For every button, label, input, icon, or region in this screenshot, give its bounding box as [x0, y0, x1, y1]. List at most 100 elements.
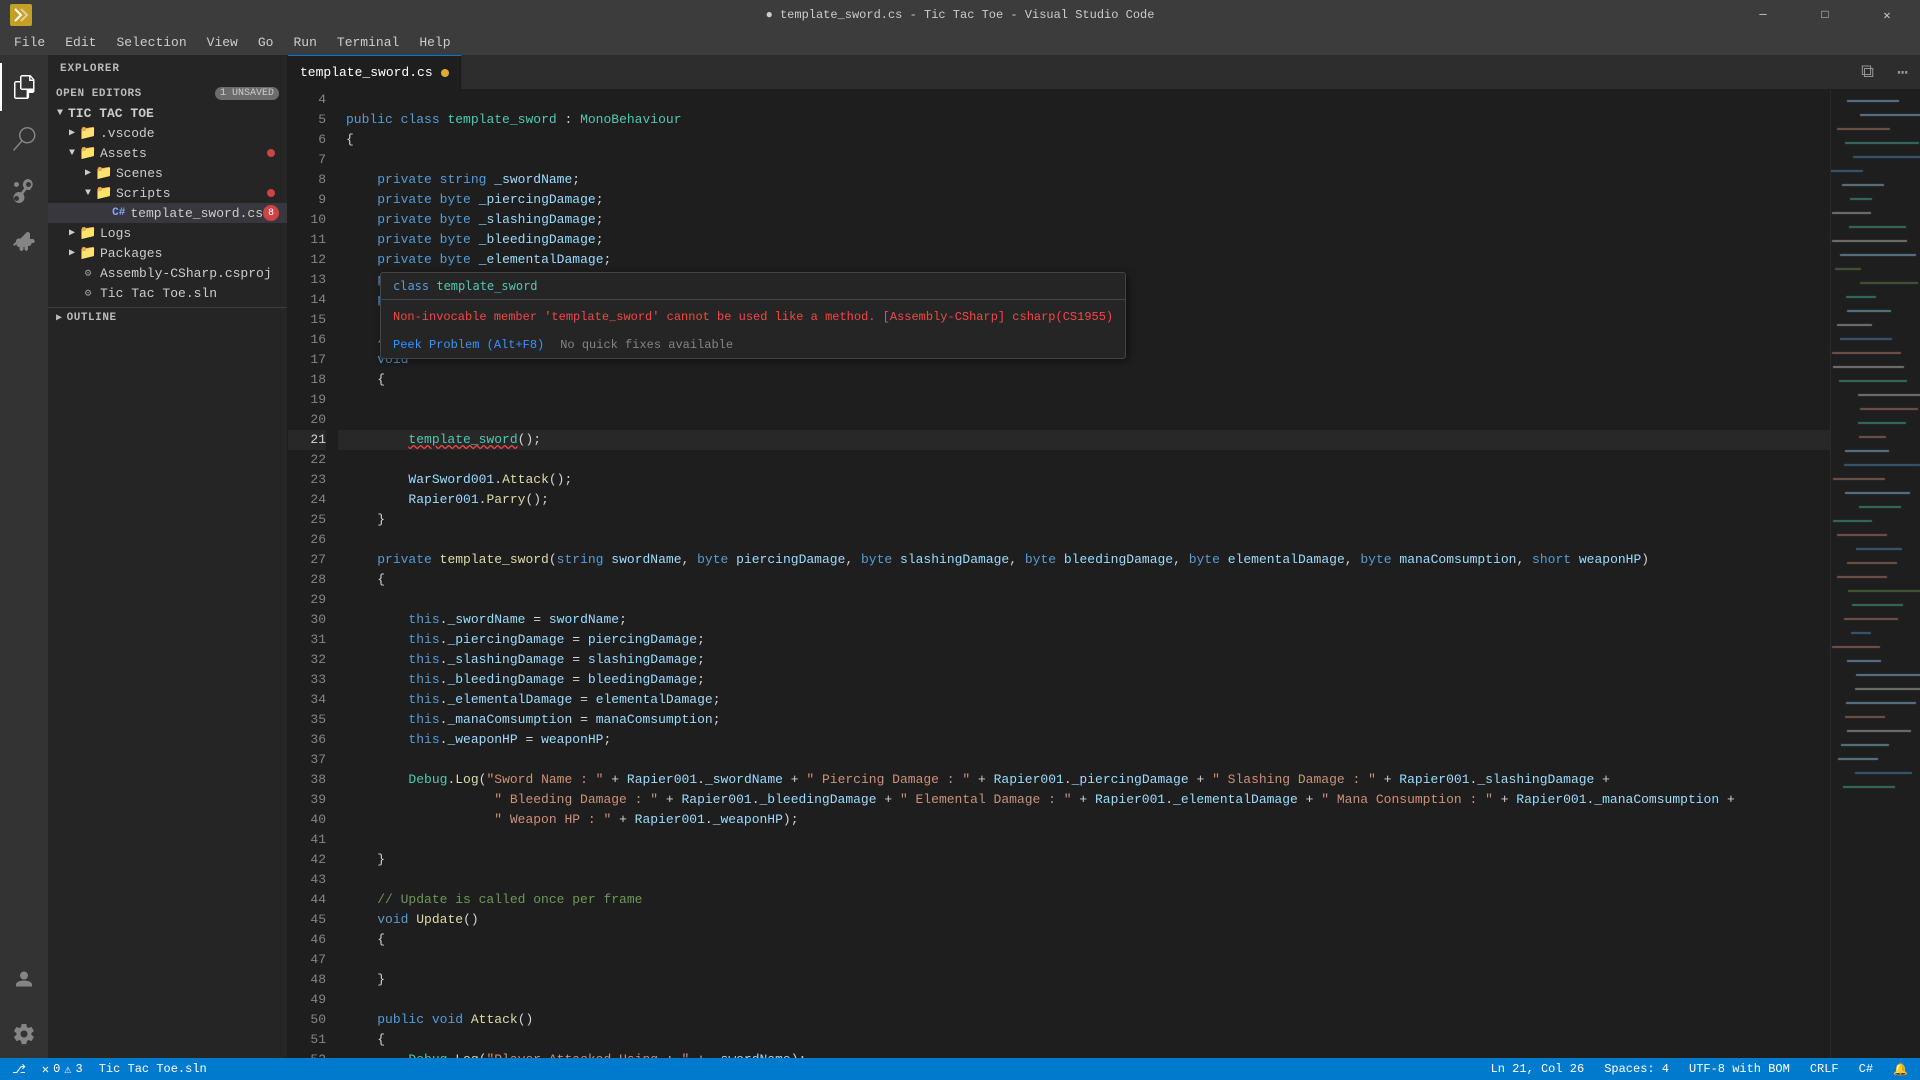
line-num-46: 46 — [288, 930, 326, 950]
line-num-11: 11 — [288, 230, 326, 250]
folder-label: Scripts — [116, 186, 267, 201]
maximize-button[interactable]: □ — [1802, 0, 1848, 30]
activity-source-control[interactable] — [0, 167, 48, 215]
sidebar-item-assets[interactable]: ▼ 📁 Assets — [48, 143, 287, 163]
sidebar-item-assembly[interactable]: ▶ ⚙ Assembly-CSharp.csproj — [48, 263, 287, 283]
menu-run[interactable]: Run — [283, 33, 326, 52]
menu-help[interactable]: Help — [409, 33, 460, 52]
code-line-8: private string _swordName; — [338, 170, 1830, 190]
line-num-5: 5 — [288, 110, 326, 130]
menu-terminal[interactable]: Terminal — [327, 33, 409, 52]
code-line-44: // Update is called once per frame — [338, 890, 1830, 910]
line-num-6: 6 — [288, 130, 326, 150]
code-line-39: " Bleeding Damage : " + Rapier001._bleed… — [338, 790, 1830, 810]
line-num-22: 22 — [288, 450, 326, 470]
line-num-36: 36 — [288, 730, 326, 750]
window-title: ● template_sword.cs - Tic Tac Toe - Visu… — [766, 8, 1155, 22]
branch-name-item[interactable]: Tic Tac Toe.sln — [95, 1062, 211, 1076]
code-line-30: this._swordName = swordName; — [338, 610, 1830, 630]
minimize-button[interactable]: ─ — [1740, 0, 1786, 30]
menu-file[interactable]: File — [4, 33, 55, 52]
activity-explorer[interactable] — [0, 63, 48, 111]
modified-badge — [267, 149, 275, 157]
arrow-icon: ▼ — [64, 148, 80, 159]
code-line-24: Rapier001.Parry(); — [338, 490, 1830, 510]
line-num-30: 30 — [288, 610, 326, 630]
split-editor-button[interactable]: ⧉ — [1850, 55, 1885, 90]
errors-item[interactable]: ✕ 0 ⚠ 3 — [38, 1062, 87, 1077]
activity-extensions[interactable] — [0, 219, 48, 267]
tab-bar: template_sword.cs ⧉ ⋯ — [288, 55, 1920, 90]
code-line-21: template_sword(); — [338, 430, 1830, 450]
sidebar-item-scenes[interactable]: ▶ 📁 Scenes — [48, 163, 287, 183]
sidebar-item-sln[interactable]: ▶ ⚙ Tic Tac Toe.sln — [48, 283, 287, 303]
close-button[interactable]: ✕ — [1864, 0, 1910, 30]
sidebar-item-project[interactable]: ▼ TIC TAC TOE — [48, 104, 287, 123]
line-num-38: 38 — [288, 770, 326, 790]
hover-tooltip: class template_sword Non-invocable membe… — [380, 272, 1126, 359]
more-actions-button[interactable]: ⋯ — [1885, 55, 1920, 90]
menu-view[interactable]: View — [197, 33, 248, 52]
line-num-31: 31 — [288, 630, 326, 650]
line-num-44: 44 — [288, 890, 326, 910]
error-count: 0 — [53, 1062, 60, 1076]
open-editors-section[interactable]: OPEN EDITORS 1 UNSAVED — [48, 83, 287, 104]
arrow-spacer: ▶ — [64, 287, 80, 299]
folder-icon: 📁 — [80, 245, 96, 261]
folder-label: .vscode — [100, 126, 283, 141]
code-line-46: { — [338, 930, 1830, 950]
menubar: File Edit Selection View Go Run Terminal… — [0, 30, 1920, 55]
branch-item[interactable]: ⎇ — [8, 1062, 30, 1077]
activity-accounts[interactable] — [0, 958, 48, 1006]
activity-search[interactable] — [0, 115, 48, 163]
menu-go[interactable]: Go — [248, 33, 284, 52]
encoding-item[interactable]: UTF-8 with BOM — [1685, 1062, 1794, 1076]
line-num-7: 7 — [288, 150, 326, 170]
arrow-spacer: ▶ — [96, 207, 111, 219]
folder-icon: 📁 — [96, 165, 112, 181]
file-label: Assembly-CSharp.csproj — [100, 266, 283, 281]
sidebar-item-packages[interactable]: ▶ 📁 Packages — [48, 243, 287, 263]
line-num-49: 49 — [288, 990, 326, 1010]
line-num-25: 25 — [288, 510, 326, 530]
unsaved-badge: 1 UNSAVED — [215, 87, 279, 100]
code-line-52: Debug.Log("Player Attacked Using : " + _… — [338, 1050, 1830, 1058]
arrow-icon: ▶ — [64, 227, 80, 239]
line-num-40: 40 — [288, 810, 326, 830]
code-line-47 — [338, 950, 1830, 970]
titlebar-left — [10, 4, 32, 26]
line-num-9: 9 — [288, 190, 326, 210]
sidebar-item-vscode[interactable]: ▶ 📁 .vscode — [48, 123, 287, 143]
menu-edit[interactable]: Edit — [55, 33, 106, 52]
minimap — [1830, 90, 1920, 1058]
sidebar-item-scripts[interactable]: ▼ 📁 Scripts — [48, 183, 287, 203]
no-fix-label: No quick fixes available — [560, 338, 733, 352]
tab-template-sword[interactable]: template_sword.cs — [288, 55, 462, 89]
arrow-spacer: ▶ — [64, 267, 80, 279]
code-line-22 — [338, 450, 1830, 470]
peek-problem-link[interactable]: Peek Problem (Alt+F8) — [393, 338, 544, 352]
indentation-item[interactable]: Spaces: 4 — [1600, 1062, 1673, 1076]
outline-section[interactable]: ▶ OUTLINE — [48, 307, 287, 328]
code-line-12: private byte _elementalDamage; — [338, 250, 1830, 270]
line-num-37: 37 — [288, 750, 326, 770]
sidebar-item-logs[interactable]: ▶ 📁 Logs — [48, 223, 287, 243]
tooltip-header: class template_sword — [381, 273, 1125, 300]
line-ending-item[interactable]: CRLF — [1806, 1062, 1843, 1076]
file-label: template_sword.cs — [130, 206, 263, 221]
code-line-26 — [338, 530, 1830, 550]
branch-name: Tic Tac Toe.sln — [99, 1062, 207, 1076]
cursor-position-item[interactable]: Ln 21, Col 26 — [1487, 1062, 1589, 1076]
code-line-18: { — [338, 370, 1830, 390]
notifications-item[interactable]: 🔔 — [1889, 1062, 1912, 1077]
language-item[interactable]: C# — [1855, 1062, 1877, 1076]
warning-icon: ⚠ — [64, 1062, 71, 1077]
line-num-12: 12 — [288, 250, 326, 270]
line-num-26: 26 — [288, 530, 326, 550]
sidebar-item-template-sword[interactable]: ▶ C# template_sword.cs 8 — [48, 203, 287, 223]
activity-settings[interactable] — [0, 1010, 48, 1058]
code-area[interactable]: class template_sword Non-invocable membe… — [338, 90, 1830, 1058]
code-line-19 — [338, 390, 1830, 410]
line-num-43: 43 — [288, 870, 326, 890]
menu-selection[interactable]: Selection — [106, 33, 196, 52]
